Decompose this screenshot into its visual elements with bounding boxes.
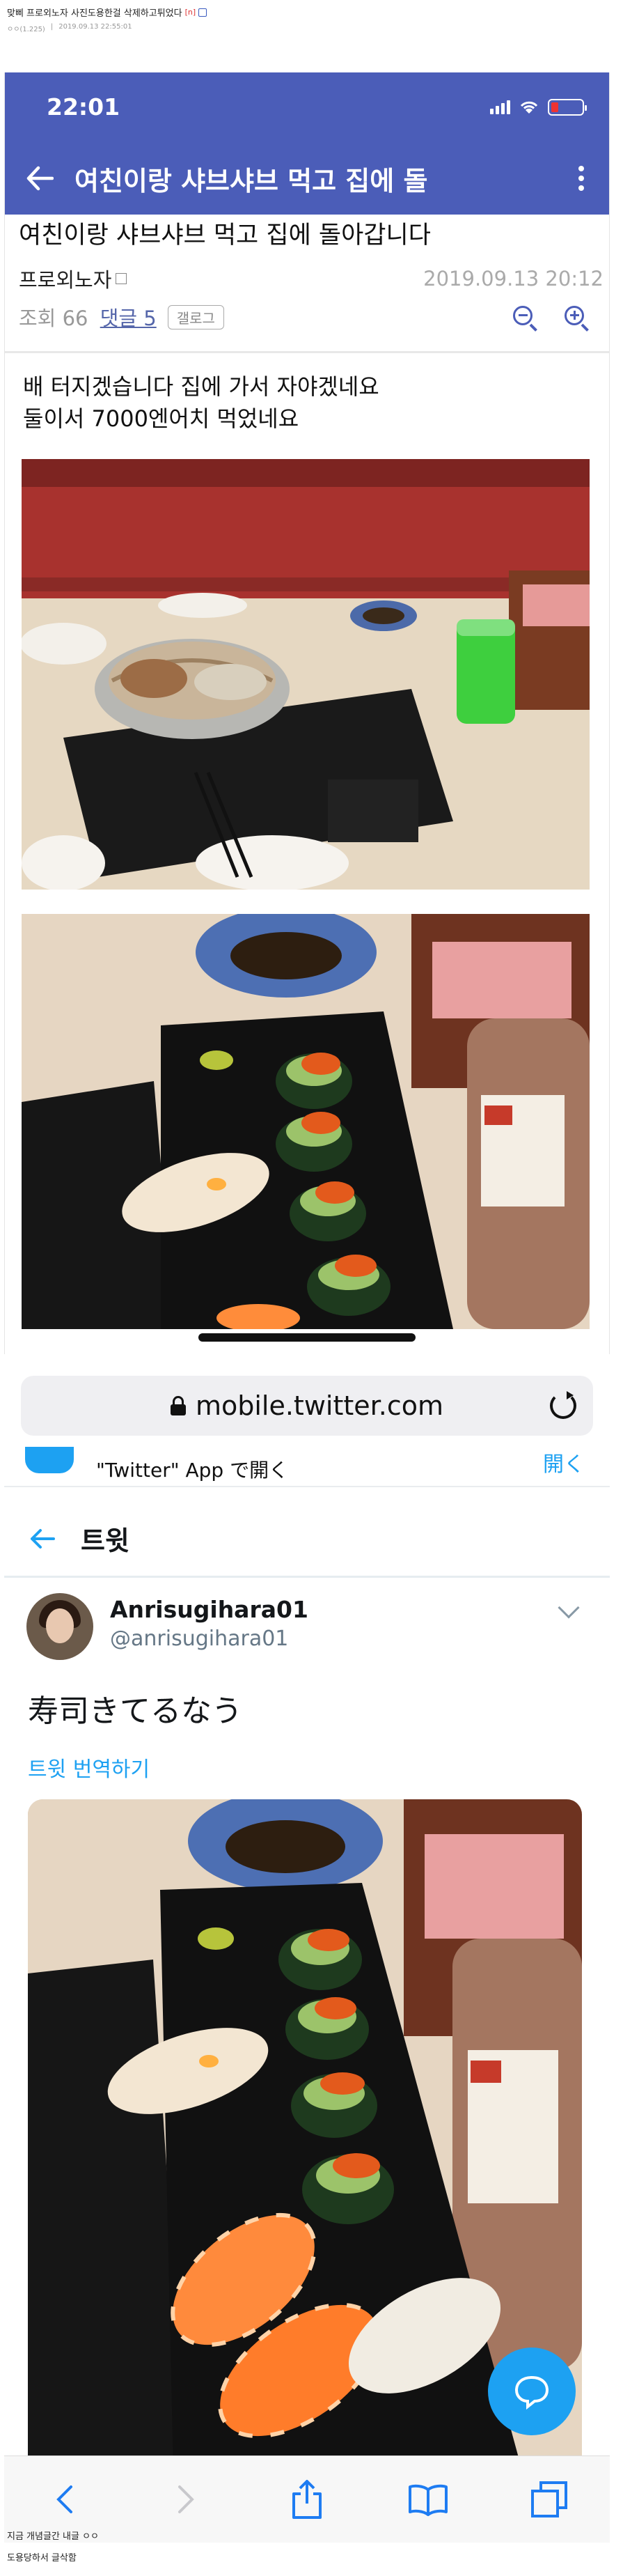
app-bar-title: 여친이랑 샤브샤브 먹고 집에 돌 — [74, 165, 428, 196]
stats: 조회 66 댓글 5 — [19, 302, 157, 332]
stats-row: 조회 66 댓글 5 갤로그 — [19, 302, 604, 332]
speech-bubble-icon — [514, 2375, 549, 2410]
back-arrow-icon[interactable] — [5, 142, 74, 215]
open-in-app-banner[interactable]: "Twitter" App で開く 開く — [4, 1447, 610, 1487]
zoom-in-icon[interactable] — [562, 303, 590, 332]
post-footer: 지금 개념글간 내글 ㅇㅇ 도용당하서 글삭함 — [7, 2526, 99, 2569]
translate-link[interactable]: 트윗 번역하기 — [28, 1752, 150, 1783]
post-title[interactable]: 맞삐 프로외노자 사진도용한걸 삭제하고튀었다 — [7, 6, 182, 19]
gallog-button[interactable]: 갤로그 — [167, 304, 224, 329]
compose-reply-button[interactable] — [488, 2348, 576, 2435]
back-icon[interactable] — [40, 2475, 89, 2524]
user-handle[interactable]: @anrisugihara01 — [110, 1627, 288, 1651]
article-author[interactable]: 프로외노자 — [19, 264, 127, 293]
footer-line-1: 지금 개념글간 내글 ㅇㅇ — [7, 2531, 99, 2542]
forward-icon[interactable] — [161, 2475, 210, 2524]
gallog-label: 갤로그 — [176, 309, 215, 327]
article-body: 배 터지겠습니다 집에 가서 자야겠네요 둘이서 7000엔어치 먹었네요 — [23, 371, 379, 435]
post-header: 맞삐 프로외노자 사진도용한걸 삭제하고튀었다 [n] ㅇㅇ(1.225) | … — [0, 0, 623, 42]
twitter-nav: 트윗 — [4, 1501, 610, 1578]
post-date: 2019.09.13 22:55:01 — [58, 23, 132, 31]
shabu-shabu-photo[interactable] — [22, 459, 590, 890]
screenshot-dc-post: 22:01 여친이랑 샤브샤브 먹고 집에 돌 여친이랑 샤브샤브 먹고 집에 … — [4, 72, 610, 1354]
tweet-author: Anrisugihara01 @anrisugihara01 — [26, 1593, 583, 1670]
view-count: 조회 66 — [19, 307, 88, 330]
post-title-line[interactable]: 맞삐 프로외노자 사진도용한걸 삭제하고튀었다 [n] — [7, 6, 616, 19]
bookmarks-icon[interactable] — [404, 2475, 452, 2524]
share-icon[interactable] — [283, 2475, 331, 2524]
status-icons — [490, 99, 587, 116]
screenshot-twitter: mobile.twitter.com "Twitter" App で開く 開く … — [4, 1369, 610, 2543]
status-time: 22:01 — [47, 93, 120, 121]
article-date: 2019.09.13 20:12 — [423, 267, 604, 290]
battery-icon — [548, 99, 587, 116]
chevron-down-icon[interactable] — [558, 1597, 580, 1619]
divider — [5, 351, 609, 353]
lock-icon — [170, 1396, 186, 1415]
post-meta: ㅇㅇ(1.225) | 2019.09.13 22:55:01 — [7, 23, 616, 33]
twitter-app-icon — [25, 1447, 74, 1473]
wifi-icon — [520, 101, 538, 114]
author-row: 프로외노자 2019.09.13 20:12 — [19, 264, 604, 293]
zoom-out-icon[interactable] — [510, 303, 538, 332]
author-name[interactable]: 프로외노자 — [19, 264, 111, 293]
zoom-controls — [510, 303, 604, 332]
comment-link[interactable]: 댓글 5 — [100, 307, 157, 330]
tabs-icon[interactable] — [525, 2475, 574, 2524]
tweet-text: 寿司きてるなう — [28, 1693, 242, 1729]
body-line-2: 둘이서 7000엔어치 먹었네요 — [23, 405, 299, 433]
avatar[interactable] — [26, 1593, 93, 1660]
comment-count: [n] — [184, 8, 196, 17]
more-options-icon[interactable] — [553, 166, 609, 191]
article-title: 여친이랑 샤브샤브 먹고 집에 돌아갑니다 — [19, 222, 431, 249]
banner-text: "Twitter" App で開く — [96, 1459, 289, 1482]
body-line-1: 배 터지겠습니다 집에 가서 자야겠네요 — [23, 373, 379, 400]
post-author: ㅇㅇ(1.225) — [7, 26, 45, 33]
display-name[interactable]: Anrisugihara01 — [110, 1596, 308, 1623]
footer-line-2: 도용당하서 글삭함 — [7, 2553, 77, 2564]
home-indicator — [198, 1333, 416, 1342]
open-app-button[interactable]: 開く — [543, 1447, 585, 1477]
url-text[interactable]: mobile.twitter.com — [196, 1390, 443, 1421]
image-attachment-icon — [198, 8, 207, 17]
fixed-nick-icon — [116, 273, 127, 284]
nav-title: 트윗 — [81, 1526, 129, 1556]
url-bar[interactable]: mobile.twitter.com — [21, 1376, 593, 1436]
sushi-photo[interactable] — [22, 914, 590, 1329]
app-bar: 여친이랑 샤브샤브 먹고 집에 돌 — [5, 142, 609, 215]
back-arrow-icon[interactable] — [4, 1528, 81, 1549]
signal-icon — [490, 100, 510, 114]
ios-status-bar: 22:01 — [5, 72, 609, 142]
meta-divider: | — [50, 23, 54, 31]
reload-icon[interactable] — [550, 1391, 576, 1419]
